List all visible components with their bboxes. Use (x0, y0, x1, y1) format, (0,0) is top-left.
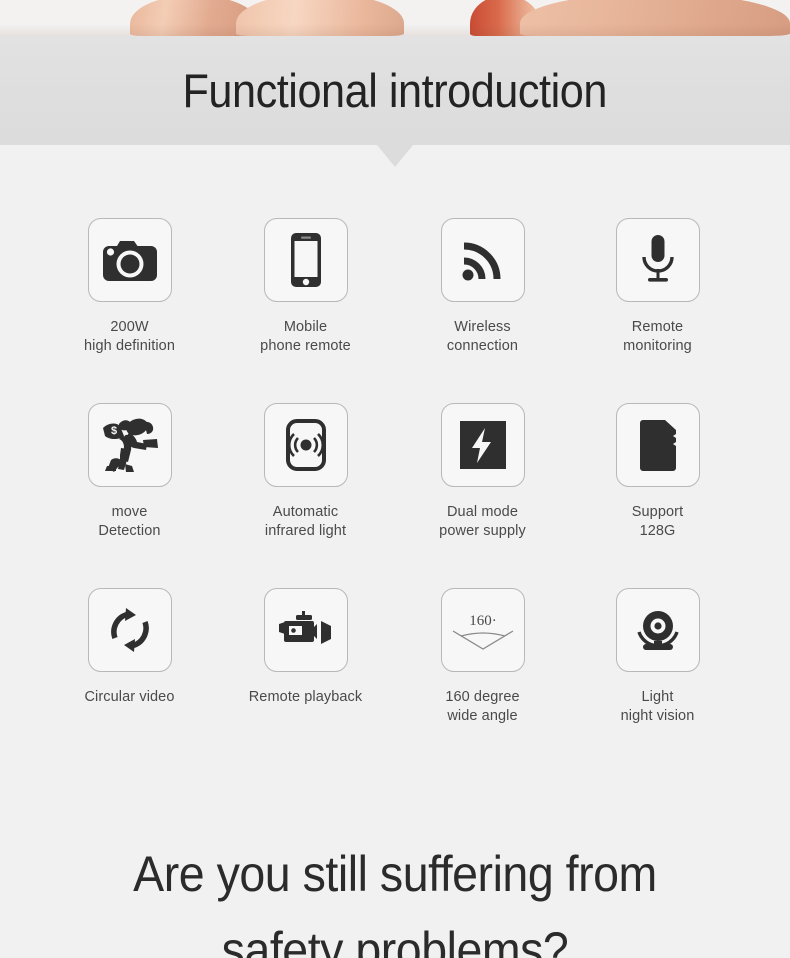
photo-shadow (0, 24, 790, 36)
feature-label: Automatic infrared light (265, 503, 346, 541)
microphone-icon (615, 218, 700, 302)
bottom-heading-line1: Are you still suffering from (133, 846, 657, 902)
feature-label-line2: night vision (620, 708, 695, 724)
feature-cell-move-detection: $ move Detection (42, 403, 217, 588)
feature-cell-dual-mode-power-supply: Dual mode power supply (395, 403, 570, 588)
feature-cell-circular-video: Circular video (42, 588, 217, 768)
infrared-sensor-icon (263, 403, 348, 487)
feature-label-line1: 200W (110, 319, 149, 335)
feature-label: 200W high definition (84, 318, 175, 356)
bottom-heading-line2: safety problems? (221, 922, 569, 958)
feature-cell-remote-monitoring: Remote monitoring (570, 218, 745, 403)
memory-card-icon (615, 403, 700, 487)
feature-grid: 200W high definition Mobile phone remote (0, 218, 790, 768)
feature-cell-200w-high-definition: 200W high definition (42, 218, 217, 403)
feature-label: Light night vision (621, 688, 695, 726)
feature-label-line2: infrared light (264, 523, 347, 539)
feature-label-line1: Light (641, 689, 674, 705)
feature-label-line2: power supply (439, 523, 526, 539)
feature-label: Support 128G (632, 503, 684, 541)
feature-label-line2: monitoring (623, 338, 692, 354)
wifi-signal-icon (440, 218, 525, 302)
feature-label-line1: Remote (631, 319, 684, 335)
bottom-heading: Are you still suffering from safety prob… (0, 836, 790, 958)
feature-cell-automatic-infrared-light: Automatic infrared light (218, 403, 393, 588)
feature-cell-160-degree-wide-angle: 160· 160 degree wide angle (395, 588, 570, 768)
camera-icon (87, 218, 172, 302)
feature-cell-wireless-connection: Wireless connection (395, 218, 570, 403)
feature-label: Mobile phone remote (260, 318, 351, 356)
camcorder-icon (263, 588, 348, 672)
feature-label-line1: Mobile (283, 319, 328, 335)
wide-angle-icon: 160· (440, 588, 525, 672)
feature-cell-mobile-phone-remote: Mobile phone remote (218, 218, 393, 403)
feature-cell-support-128g: Support 128G (570, 403, 745, 588)
product-feature-page: Functional introduction 200W high defini… (0, 0, 790, 958)
feature-label-line1: Dual mode (446, 504, 518, 520)
product-photo-strip (0, 0, 790, 36)
wide-angle-value: 160· (469, 613, 497, 629)
feature-label: 160 degree wide angle (445, 688, 519, 726)
feature-label: Remote playback (249, 688, 363, 707)
svg-text:$: $ (111, 425, 117, 437)
feature-label: Remote monitoring (623, 318, 692, 356)
feature-label-line2: Detection (98, 523, 161, 539)
feature-row: Circular video Remote playback 160· 160 … (0, 588, 790, 768)
feature-label: move Detection (98, 503, 160, 541)
feature-cell-light-night-vision: Light night vision (570, 588, 745, 768)
feature-label-line1: Automatic (272, 504, 339, 520)
feature-label-line1: Remote playback (248, 689, 363, 705)
circular-arrows-icon (87, 588, 172, 672)
feature-label-line2: 128G (639, 523, 676, 539)
feature-label-line1: 160 degree (445, 689, 520, 705)
feature-label-line2: connection (446, 338, 519, 354)
feature-label-line1: Wireless (454, 319, 511, 335)
feature-label-line2: wide angle (447, 708, 518, 724)
feature-label-line1: Circular video (84, 689, 175, 705)
feature-label-line1: Support (631, 504, 684, 520)
section-banner: Functional introduction (0, 36, 790, 145)
feature-label: Circular video (84, 688, 174, 707)
feature-row: $ move Detection Automatic infrared ligh… (0, 403, 790, 588)
feature-row: 200W high definition Mobile phone remote (0, 218, 790, 403)
feature-label-line1: move (111, 504, 148, 520)
burglar-icon: $ (87, 403, 172, 487)
feature-label-line2: phone remote (260, 338, 351, 354)
feature-label-line2: high definition (84, 338, 175, 354)
feature-label: Dual mode power supply (439, 503, 526, 541)
feature-label: Wireless connection (447, 318, 518, 356)
feature-cell-remote-playback: Remote playback (218, 588, 393, 768)
section-title: Functional introduction (182, 64, 608, 117)
mobile-phone-icon (263, 218, 348, 302)
webcam-icon (615, 588, 700, 672)
banner-tail-arrow (377, 145, 413, 167)
lightning-bolt-icon (440, 403, 525, 487)
